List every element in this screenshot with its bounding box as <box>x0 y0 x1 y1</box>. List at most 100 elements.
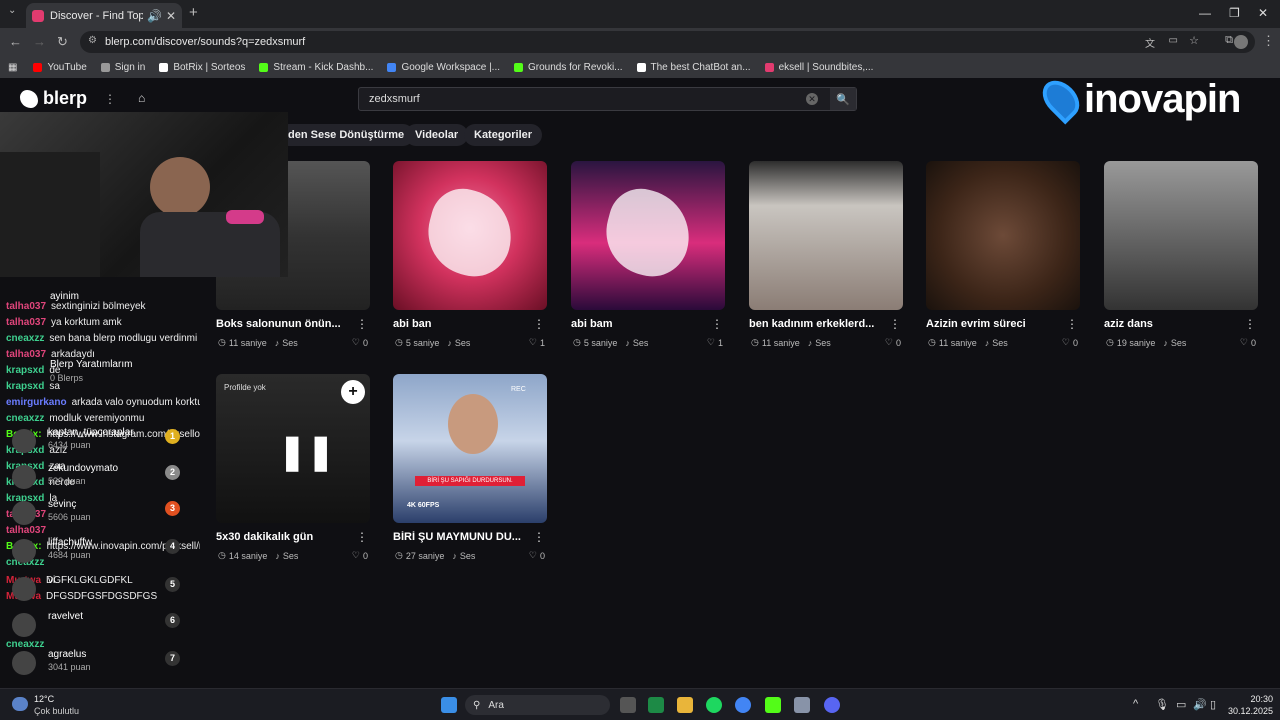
card-more-icon[interactable]: ⋮ <box>533 530 545 544</box>
search-button[interactable]: 🔍 <box>830 88 856 110</box>
file-explorer-icon[interactable] <box>677 697 693 713</box>
chat-username[interactable]: talha037 <box>6 301 46 312</box>
chat-username[interactable]: cneaxzz <box>6 333 44 344</box>
windows-start-icon[interactable] <box>441 697 457 713</box>
heart-icon[interactable]: ♡ <box>885 337 893 348</box>
back-icon[interactable]: ← <box>9 34 22 49</box>
chat-username[interactable]: talha037 <box>6 317 46 328</box>
card-more-icon[interactable]: ⋮ <box>1244 317 1256 331</box>
chat-username[interactable]: krapsxd <box>6 365 44 376</box>
excel-icon[interactable] <box>648 697 664 713</box>
tab-search-icon[interactable]: ⌄ <box>8 5 16 16</box>
clear-search-icon[interactable]: ✕ <box>806 93 818 105</box>
app-icon[interactable] <box>794 697 810 713</box>
search-bar[interactable]: zedxsmurf ✕ 🔍 <box>358 87 857 111</box>
sound-card[interactable]: abi ban ⋮ ◷ 5 saniye ♪ Ses ♡ 1 <box>393 161 547 348</box>
clock-date[interactable]: 30.12.2025 <box>1220 706 1273 716</box>
chat-username[interactable]: talha037 <box>6 525 46 536</box>
card-more-icon[interactable]: ⋮ <box>356 530 368 544</box>
sound-thumbnail[interactable] <box>926 161 1080 310</box>
sound-title[interactable]: abi bam <box>571 318 711 330</box>
minimize-button[interactable]: — <box>1199 6 1211 20</box>
sound-card[interactable]: aziz dans ⋮ ◷ 19 saniye ♪ Ses ♡ 0 <box>1104 161 1258 348</box>
chat-username[interactable]: talha037 <box>6 349 46 360</box>
translate-icon[interactable]: 文 <box>1145 35 1155 50</box>
spotify-icon[interactable] <box>706 697 722 713</box>
heart-icon[interactable]: ♡ <box>1062 337 1070 348</box>
heart-icon[interactable]: ♡ <box>1240 337 1248 348</box>
pill-videos[interactable]: Videolar <box>405 124 469 146</box>
card-more-icon[interactable]: ⋮ <box>889 317 901 331</box>
card-more-icon[interactable]: ⋮ <box>711 317 723 331</box>
extensions-icon[interactable]: ⧉ <box>1225 34 1233 47</box>
sound-card[interactable]: REC BİRİ ŞU SAPIĞI DURDURSUN. 4K 60FPS BİRİ… <box>393 374 547 561</box>
heart-icon[interactable]: ♡ <box>707 337 715 348</box>
sound-thumbnail[interactable] <box>393 161 547 310</box>
network-icon[interactable]: ▭ <box>1176 698 1186 711</box>
bookmark-item[interactable]: YouTube <box>33 62 87 73</box>
sound-thumbnail[interactable] <box>749 161 903 310</box>
card-more-icon[interactable]: ⋮ <box>1066 317 1078 331</box>
apps-icon[interactable]: ▦ <box>8 62 17 73</box>
chat-username[interactable]: cneaxzz <box>6 413 44 424</box>
task-view-icon[interactable] <box>620 697 636 713</box>
heart-icon[interactable]: ♡ <box>529 550 537 561</box>
close-window-button[interactable]: ✕ <box>1258 6 1268 20</box>
blerp-logo[interactable]: blerp <box>20 88 87 109</box>
card-more-icon[interactable]: ⋮ <box>356 317 368 331</box>
search-input[interactable]: zedxsmurf <box>359 93 806 105</box>
sound-thumbnail[interactable] <box>1104 161 1258 310</box>
sound-card[interactable]: abi bam ⋮ ◷ 5 saniye ♪ Ses ♡ 1 <box>571 161 725 348</box>
sound-title[interactable]: 5x30 dakikalık gün <box>216 531 356 543</box>
reload-icon[interactable]: ↻ <box>57 34 68 50</box>
bookmark-item[interactable]: Stream - Kick Dashb... <box>259 62 373 73</box>
chat-username[interactable]: cneaxzz <box>6 639 44 650</box>
chat-username[interactable]: emirgurkano <box>6 397 67 408</box>
battery-icon[interactable]: ▯ <box>1210 698 1216 711</box>
chat-username[interactable]: krapsxd <box>6 381 44 392</box>
cast-icon[interactable]: ▭ <box>1169 35 1178 46</box>
omnibox[interactable]: ⚙ blerp.com/discover/sounds?q=zedxsmurf … <box>80 31 1255 53</box>
sound-title[interactable]: Boks salonunun önün... <box>216 318 356 330</box>
forward-icon[interactable]: → <box>33 34 46 49</box>
kick-icon[interactable] <box>765 697 781 713</box>
add-icon[interactable]: + <box>341 380 365 404</box>
new-tab-button[interactable]: + <box>189 4 198 21</box>
bookmark-item[interactable]: The best ChatBot an... <box>636 62 751 73</box>
browser-tab-active[interactable]: Discover - Find Top Blerps, 🔊 ✕ <box>26 3 182 28</box>
sound-card[interactable]: Azizin evrim süreci ⋮ ◷ 11 saniye ♪ Ses ♡ 0 <box>926 161 1080 348</box>
tab-close-icon[interactable]: ✕ <box>166 9 176 23</box>
tab-audio-icon[interactable]: 🔊 <box>147 9 162 23</box>
sound-title[interactable]: ben kadınım erkeklerd... <box>749 318 889 330</box>
pill-image-to-sound[interactable]: den Sese Dönüştürme <box>278 124 415 146</box>
sound-thumbnail[interactable]: Profilde yok + ❚❚ <box>216 374 370 523</box>
pause-icon[interactable]: ❚❚ <box>278 432 335 472</box>
sound-title[interactable]: aziz dans <box>1104 318 1244 330</box>
card-more-icon[interactable]: ⋮ <box>533 317 545 331</box>
clock-time[interactable]: 20:30 <box>1233 694 1273 704</box>
sound-title[interactable]: abi ban <box>393 318 533 330</box>
sound-card[interactable]: Profilde yok + ❚❚ 5x30 dakikalık gün ⋮ ◷ 14 sa… <box>216 374 370 561</box>
bookmark-item[interactable]: Grounds for Revoki... <box>514 62 623 73</box>
bookmark-item[interactable]: Google Workspace |... <box>387 62 500 73</box>
sound-thumbnail[interactable]: REC BİRİ ŞU SAPIĞI DURDURSUN. 4K 60FPS <box>393 374 547 523</box>
restore-button[interactable]: ❐ <box>1229 6 1240 20</box>
home-icon[interactable]: ⌂ <box>138 91 145 105</box>
sound-card[interactable]: ben kadınım erkeklerd... ⋮ ◷ 11 saniye ♪ Ses ♡… <box>749 161 903 348</box>
discord-icon[interactable] <box>824 697 840 713</box>
taskbar-search[interactable]: ⚲ Ara <box>465 695 610 715</box>
sound-thumbnail[interactable] <box>571 161 725 310</box>
pill-categories[interactable]: Kategoriler <box>464 124 543 146</box>
bookmark-star-icon[interactable]: ☆ <box>1189 34 1199 47</box>
tray-expand-icon[interactable]: ^ <box>1133 698 1138 710</box>
more-menu-icon[interactable]: ⋮ <box>104 92 116 106</box>
heart-icon[interactable]: ♡ <box>352 550 360 561</box>
heart-icon[interactable]: ♡ <box>352 337 360 348</box>
chrome-icon[interactable] <box>735 697 751 713</box>
bookmark-item[interactable]: Sign in <box>100 62 145 73</box>
menu-icon[interactable]: ⋮ <box>1262 33 1275 49</box>
sound-title[interactable]: Azizin evrim süreci <box>926 318 1066 330</box>
heart-icon[interactable]: ♡ <box>529 337 537 348</box>
bookmark-item[interactable]: eksell | Soundbites,... <box>764 62 873 73</box>
mic-icon[interactable]: 🎙 <box>1155 698 1169 711</box>
